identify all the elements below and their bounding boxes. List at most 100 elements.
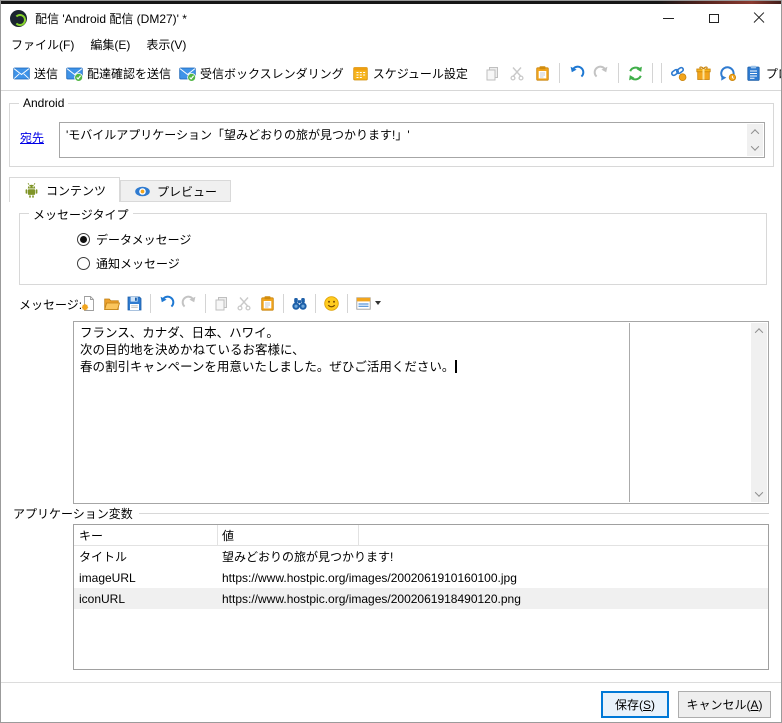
- toolbar-separator: [651, 63, 653, 83]
- tab-preview[interactable]: プレビュー: [120, 180, 232, 202]
- column-divider: [358, 525, 359, 546]
- tab-content-label: コンテンツ: [46, 183, 107, 198]
- refresh-button[interactable]: [623, 62, 648, 85]
- inbox-rendering-button[interactable]: 受信ボックスレンダリング: [175, 62, 348, 85]
- toolbar-separator: [660, 63, 662, 83]
- envelope-check-icon: [66, 67, 84, 82]
- toolbar-separator: [283, 293, 284, 313]
- table-row[interactable]: iconURL https://www.hostpic.org/images/2…: [74, 588, 768, 609]
- cancel-button-label-end: ): [758, 697, 763, 712]
- tab-preview-label: プレビュー: [157, 184, 218, 199]
- save-message-button[interactable]: [123, 292, 146, 315]
- undo-icon: [160, 295, 175, 307]
- undo-button[interactable]: [564, 62, 589, 85]
- gift-button[interactable]: [691, 62, 716, 85]
- title-bar: 配信 'Android 配信 (DM27)' *: [1, 4, 781, 32]
- save-access-key: S: [642, 697, 651, 712]
- tab-strip: コンテンツ プレビュー: [9, 177, 232, 202]
- radio-data-message-label: データメッセージ: [96, 233, 192, 247]
- table-row[interactable]: タイトル 望みどおりの旅が見つかります!: [74, 546, 768, 567]
- new-document-button[interactable]: [77, 292, 100, 315]
- cut-icon: [237, 296, 251, 311]
- column-header-value[interactable]: 値: [217, 527, 234, 544]
- radio-notification-message[interactable]: 通知メッセージ: [77, 255, 180, 272]
- radio-data-message[interactable]: データメッセージ: [77, 231, 191, 248]
- save-button[interactable]: 保存(S): [601, 691, 669, 718]
- scroll-up-button[interactable]: [751, 323, 767, 339]
- schedule-button[interactable]: スケジュール設定: [348, 62, 472, 85]
- cut-button-disabled[interactable]: [233, 292, 256, 315]
- menu-file[interactable]: ファイル(F): [3, 32, 82, 57]
- close-button[interactable]: [736, 4, 781, 32]
- toolbar-separator: [205, 293, 206, 313]
- message-body-editor[interactable]: フランス、カナダ、日本、ハワイ。 次の目的地を決めかねているお客様に、 春の割引…: [73, 321, 769, 504]
- paste-button[interactable]: [530, 62, 555, 85]
- send-delivery-confirmation-label: 配達確認を送信: [87, 66, 172, 81]
- undo-icon: [570, 65, 585, 77]
- cancel-button-label: キャンセル(: [686, 698, 751, 712]
- minimize-icon: [663, 17, 674, 19]
- smiley-icon: [324, 295, 339, 311]
- toolbar-separator: [315, 293, 316, 313]
- copy-button-disabled[interactable]: [480, 62, 505, 85]
- tab-content[interactable]: コンテンツ: [9, 177, 121, 202]
- toolbar-separator: [150, 293, 151, 313]
- redo-icon: [593, 65, 608, 77]
- redo-button-disabled[interactable]: [178, 292, 201, 315]
- send-time-gauge-icon: [720, 65, 736, 81]
- binoculars-icon: [292, 297, 307, 310]
- window-title: 配信 'Android 配信 (DM27)' *: [35, 11, 187, 26]
- dialog-window: 配信 'Android 配信 (DM27)' * ファイル(F) 編集(E) 表…: [0, 0, 782, 723]
- maximize-button[interactable]: [691, 4, 736, 32]
- scroll-down-button[interactable]: [751, 486, 767, 502]
- open-button[interactable]: [100, 292, 123, 315]
- table-row[interactable]: imageURL https://www.hostpic.org/images/…: [74, 567, 768, 588]
- text-cursor: [455, 360, 457, 373]
- application-variables-header: アプリケーション変数: [13, 505, 769, 522]
- to-recipients-link[interactable]: 宛先: [20, 129, 44, 146]
- scroll-down-button[interactable]: [747, 140, 763, 156]
- undo-button[interactable]: [155, 292, 178, 315]
- paste-button[interactable]: [256, 292, 279, 315]
- insert-field-dropdown-button[interactable]: [352, 292, 384, 315]
- maximize-icon: [708, 13, 719, 23]
- send-time-optimization-button[interactable]: [716, 62, 741, 85]
- redo-button-disabled[interactable]: [589, 62, 614, 85]
- variable-value: https://www.hostpic.org/images/200206191…: [222, 570, 517, 585]
- emoji-button[interactable]: [320, 292, 343, 315]
- save-icon: [127, 296, 142, 310]
- table-header: キー 値: [74, 525, 768, 546]
- chevron-up-icon: [754, 328, 764, 337]
- send-delivery-confirmation-button[interactable]: 配達確認を送信: [62, 62, 175, 85]
- radio-notification-message-label: 通知メッセージ: [96, 257, 180, 271]
- android-robot-icon: [25, 182, 38, 198]
- column-header-key[interactable]: キー: [74, 527, 217, 544]
- minimize-button[interactable]: [646, 4, 691, 32]
- cut-button-disabled[interactable]: [505, 62, 530, 85]
- variable-value: https://www.hostpic.org/images/200206191…: [222, 591, 521, 606]
- send-label: 送信: [34, 66, 59, 81]
- main-toolbar: 送信 配達確認を送信 受信ボックスレンダリング スケジュール設定 プ: [1, 56, 781, 91]
- properties-button[interactable]: プロパティ: [741, 62, 781, 85]
- message-editor-toolbar: [77, 289, 384, 317]
- to-recipients-input[interactable]: 'モバイルアプリケーション「望みどおりの旅が見つかります!」': [59, 122, 765, 158]
- menu-view[interactable]: 表示(V): [138, 32, 194, 57]
- message-scrollbar[interactable]: [751, 323, 767, 502]
- column-divider: [217, 525, 218, 546]
- open-folder-icon: [104, 298, 120, 310]
- link-tracking-button[interactable]: [666, 62, 691, 85]
- app-logo-icon: [10, 9, 27, 27]
- menu-edit[interactable]: 編集(E): [82, 32, 138, 57]
- redo-icon: [181, 295, 196, 307]
- find-button[interactable]: [288, 292, 311, 315]
- scroll-up-button[interactable]: [747, 124, 763, 140]
- cancel-button[interactable]: キャンセル(A): [678, 691, 771, 718]
- chevron-down-icon: [750, 142, 760, 151]
- cut-icon: [510, 66, 524, 81]
- send-button[interactable]: 送信: [9, 62, 62, 85]
- copy-button-disabled[interactable]: [210, 292, 233, 315]
- envelope-check-icon: [179, 67, 197, 82]
- chevron-down-icon: [754, 488, 764, 497]
- to-input-scrollbar[interactable]: [747, 124, 763, 156]
- message-type-legend: メッセージタイプ: [29, 206, 133, 223]
